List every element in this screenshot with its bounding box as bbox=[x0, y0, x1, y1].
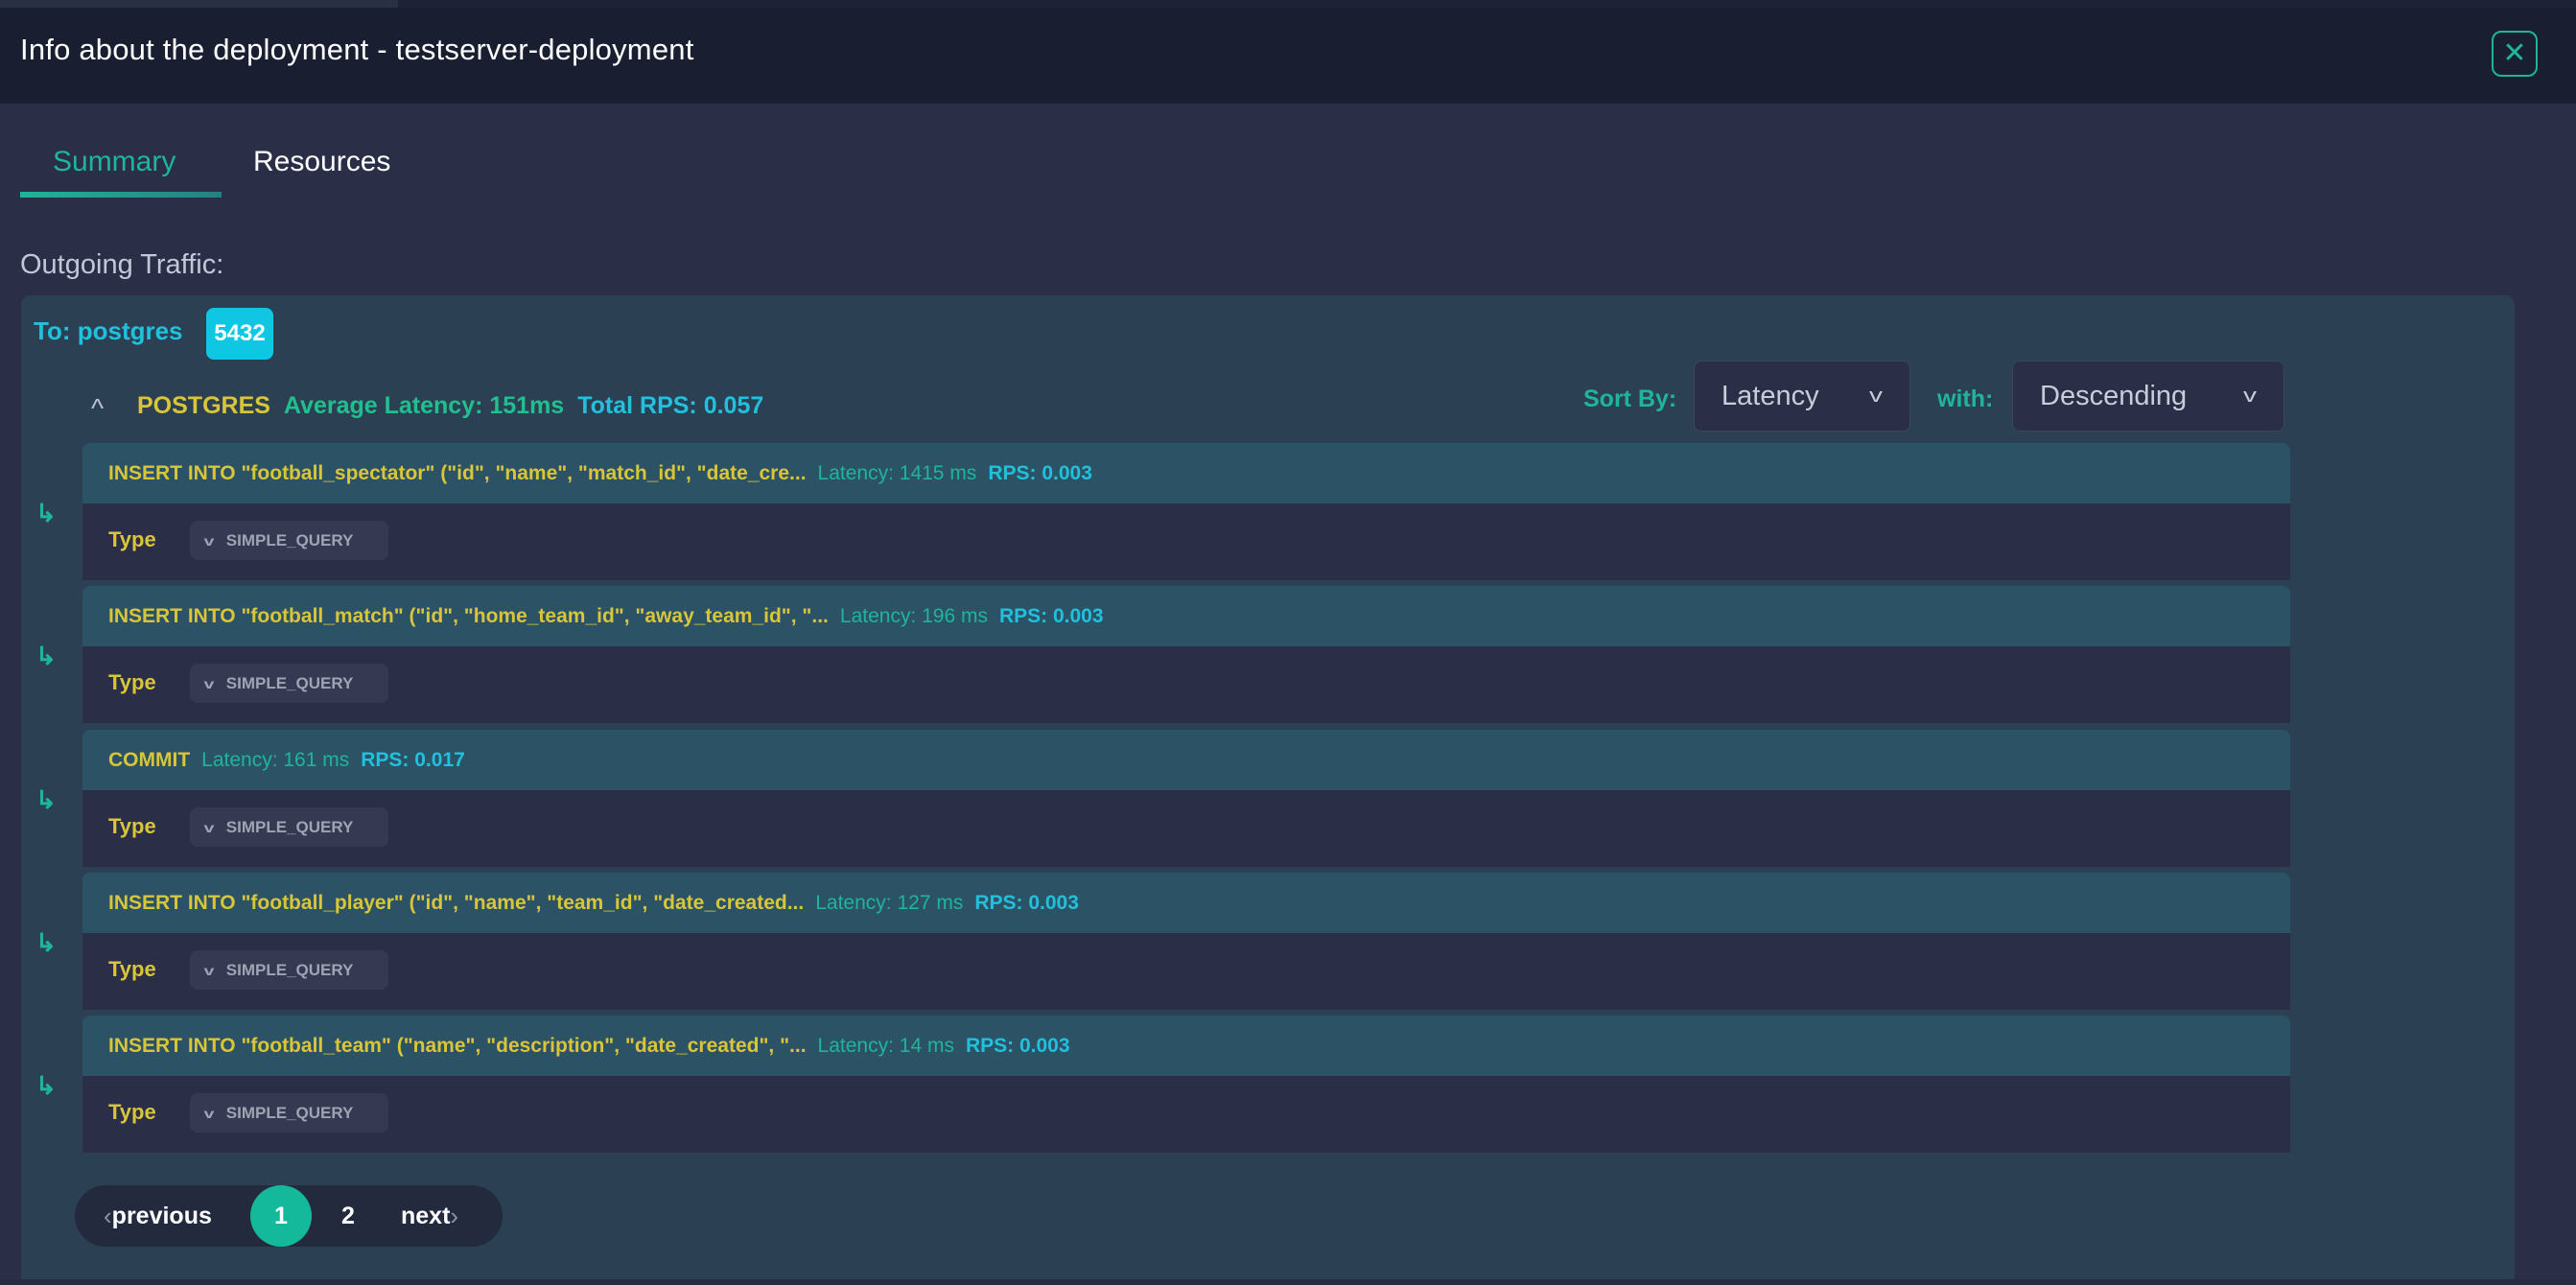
sort-order-value: Descending bbox=[2040, 380, 2188, 411]
total-rps: Total RPS: 0.057 bbox=[577, 391, 764, 419]
pagination: ‹ previous 1 2 next › bbox=[75, 1185, 503, 1247]
query-body: Type v SIMPLE_QUERY bbox=[82, 933, 2290, 1010]
next-page-button[interactable]: next › bbox=[401, 1185, 458, 1247]
chevron-down-icon: v bbox=[203, 819, 215, 835]
return-arrow-icon: ↳ bbox=[35, 785, 57, 814]
modal-header: Info about the deployment - testserver-d… bbox=[0, 8, 2576, 104]
query-latency: Latency: 161 ms bbox=[201, 748, 350, 771]
return-arrow-icon: ↳ bbox=[35, 928, 57, 957]
query-rps: RPS: 0.017 bbox=[361, 748, 465, 771]
chevron-down-icon: v bbox=[1869, 385, 1883, 407]
query-latency: Latency: 14 ms bbox=[817, 1034, 954, 1057]
chevron-down-icon: v bbox=[203, 675, 215, 691]
tab-resources[interactable]: Resources bbox=[253, 146, 390, 178]
query-rps: RPS: 0.003 bbox=[988, 461, 1092, 484]
chevron-left-icon: ‹ bbox=[104, 1201, 112, 1230]
query-latency: Latency: 127 ms bbox=[815, 891, 964, 914]
query-latency: Latency: 196 ms bbox=[839, 604, 988, 627]
type-value: SIMPLE_QUERY bbox=[225, 960, 354, 979]
close-icon: ✕ bbox=[2502, 37, 2527, 69]
query-item[interactable]: INSERT INTO "football_player" ("id", "na… bbox=[82, 873, 2290, 1010]
chevron-down-icon: v bbox=[2243, 385, 2257, 407]
outgoing-traffic-label: Outgoing Traffic: bbox=[20, 249, 224, 280]
query-item[interactable]: INSERT INTO "football_spectator" ("id", … bbox=[82, 443, 2290, 580]
type-label: Type bbox=[108, 670, 156, 694]
active-tab-indicator bbox=[20, 192, 222, 198]
sort-order-label: with: bbox=[1937, 386, 1994, 412]
type-chip[interactable]: v SIMPLE_QUERY bbox=[190, 807, 388, 847]
bottom-strip bbox=[0, 1279, 2576, 1285]
query-header[interactable]: INSERT INTO "football_match" ("id", "hom… bbox=[82, 586, 2290, 646]
query-header[interactable]: INSERT INTO "football_player" ("id", "na… bbox=[82, 873, 2290, 933]
sort-by-value: Latency bbox=[1721, 380, 1819, 411]
top-strip bbox=[0, 0, 2576, 8]
query-text: INSERT INTO "football_spectator" ("id", … bbox=[108, 461, 807, 484]
type-chip[interactable]: v SIMPLE_QUERY bbox=[190, 664, 388, 703]
query-rps: RPS: 0.003 bbox=[965, 1034, 1070, 1057]
protocol-header: ^ POSTGRES Average Latency: 151ms Total … bbox=[91, 386, 763, 425]
sort-by-label: Sort By: bbox=[1583, 386, 1677, 412]
query-item[interactable]: COMMIT Latency: 161 ms RPS: 0.017 Type v… bbox=[82, 730, 2290, 867]
query-rps: RPS: 0.003 bbox=[974, 891, 1079, 914]
query-body: Type v SIMPLE_QUERY bbox=[82, 503, 2290, 580]
query-text: COMMIT bbox=[108, 748, 191, 771]
type-value: SIMPLE_QUERY bbox=[225, 817, 354, 836]
return-arrow-icon: ↳ bbox=[35, 642, 57, 670]
next-label: next bbox=[401, 1202, 451, 1229]
return-arrow-icon: ↳ bbox=[35, 499, 57, 527]
type-chip[interactable]: v SIMPLE_QUERY bbox=[190, 521, 388, 560]
type-label: Type bbox=[108, 957, 156, 981]
query-text: INSERT INTO "football_player" ("id", "na… bbox=[108, 891, 805, 914]
query-body: Type v SIMPLE_QUERY bbox=[82, 1076, 2290, 1153]
type-label: Type bbox=[108, 1100, 156, 1124]
type-chip[interactable]: v SIMPLE_QUERY bbox=[190, 1093, 388, 1133]
type-label: Type bbox=[108, 527, 156, 551]
type-chip[interactable]: v SIMPLE_QUERY bbox=[190, 950, 388, 990]
type-value: SIMPLE_QUERY bbox=[225, 530, 354, 549]
return-arrow-icon: ↳ bbox=[35, 1071, 57, 1100]
previous-page-button[interactable]: ‹ previous bbox=[104, 1185, 212, 1247]
query-latency: Latency: 1415 ms bbox=[817, 461, 977, 484]
query-header[interactable]: INSERT INTO "football_team" ("name", "de… bbox=[82, 1016, 2290, 1076]
query-header[interactable]: INSERT INTO "football_spectator" ("id", … bbox=[82, 443, 2290, 503]
sort-order-select[interactable]: Descending v bbox=[2012, 361, 2284, 432]
page-1-button[interactable]: 1 bbox=[250, 1185, 312, 1247]
chevron-down-icon: v bbox=[203, 532, 215, 549]
type-value: SIMPLE_QUERY bbox=[225, 673, 354, 692]
average-latency: Average Latency: 151ms bbox=[283, 391, 565, 419]
tab-summary[interactable]: Summary bbox=[53, 146, 176, 178]
query-header[interactable]: COMMIT Latency: 161 ms RPS: 0.017 bbox=[82, 730, 2290, 790]
chevron-down-icon: v bbox=[203, 962, 215, 978]
top-strip-segment bbox=[0, 0, 398, 8]
modal-title: Info about the deployment - testserver-d… bbox=[20, 33, 694, 66]
port-badge: 5432 bbox=[206, 308, 273, 360]
query-item[interactable]: INSERT INTO "football_match" ("id", "hom… bbox=[82, 586, 2290, 723]
query-text: INSERT INTO "football_team" ("name", "de… bbox=[108, 1034, 807, 1057]
previous-label: previous bbox=[111, 1202, 212, 1229]
query-body: Type v SIMPLE_QUERY bbox=[82, 790, 2290, 867]
page-2-button[interactable]: 2 bbox=[334, 1185, 363, 1247]
protocol-name: POSTGRES bbox=[137, 391, 270, 419]
query-item[interactable]: INSERT INTO "football_team" ("name", "de… bbox=[82, 1016, 2290, 1153]
chevron-right-icon: › bbox=[450, 1201, 459, 1230]
query-text: INSERT INTO "football_match" ("id", "hom… bbox=[108, 604, 829, 627]
query-rps: RPS: 0.003 bbox=[998, 604, 1104, 627]
destination-label: To: postgres bbox=[34, 316, 183, 345]
sort-by-select[interactable]: Latency v bbox=[1694, 361, 1910, 432]
type-value: SIMPLE_QUERY bbox=[225, 1103, 354, 1122]
chevron-down-icon: v bbox=[203, 1105, 215, 1121]
chevron-up-icon[interactable]: ^ bbox=[91, 393, 120, 424]
query-body: Type v SIMPLE_QUERY bbox=[82, 646, 2290, 723]
type-label: Type bbox=[108, 814, 156, 838]
close-button[interactable]: ✕ bbox=[2492, 31, 2538, 77]
